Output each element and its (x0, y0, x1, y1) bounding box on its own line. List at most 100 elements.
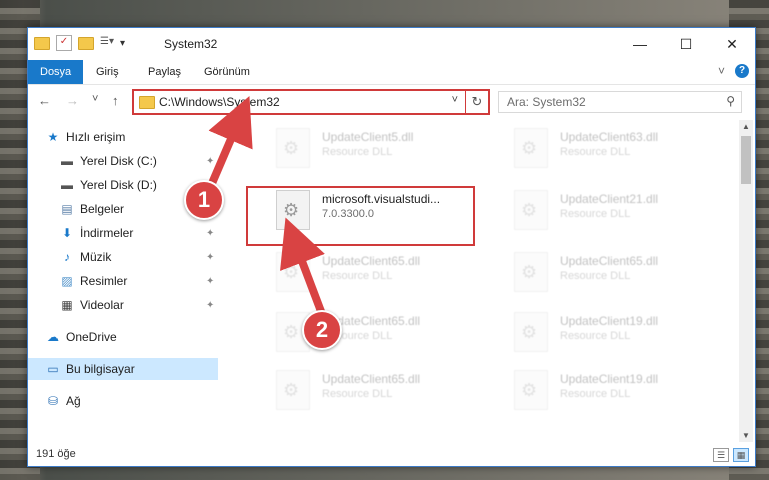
network-icon: ⛁ (47, 394, 59, 408)
file-name: UpdateClient19.dll (560, 372, 659, 386)
folder-icon (34, 36, 50, 50)
sidebar-item-music[interactable]: ♪ Müzik (60, 246, 111, 268)
file-name: UpdateClient65.dll (322, 372, 421, 386)
videos-icon: ▦ (61, 298, 73, 312)
sidebar-item-documents[interactable]: ▤ Belgeler (60, 198, 124, 220)
file-name: UpdateClient19.dll (560, 314, 659, 328)
file-item[interactable]: UpdateClient63.dll Resource DLL (514, 124, 724, 174)
sidebar-item-label: Yerel Disk (D:) (80, 178, 157, 192)
file-item[interactable]: UpdateClient65.dll Resource DLL (514, 248, 724, 298)
sidebar-item-quick-access[interactable]: ★ Hızlı erişim (46, 126, 126, 148)
search-box[interactable]: ⚲ (498, 91, 742, 113)
file-list: UpdateClient5.dll Resource DLL microsoft… (246, 120, 736, 442)
sidebar-item-downloads[interactable]: ⬇ İndirmeler (60, 222, 133, 244)
file-type: Resource DLL (322, 270, 393, 282)
help-icon[interactable]: ? (735, 64, 749, 78)
window-title: System32 (164, 37, 218, 51)
file-item[interactable]: UpdateClient21.dll Resource DLL (514, 186, 724, 236)
tab-paylas[interactable]: Paylaş (136, 60, 193, 84)
dll-file-icon (514, 190, 548, 230)
file-item[interactable]: UpdateClient19.dll Resource DLL (514, 366, 724, 416)
star-icon: ★ (47, 130, 59, 144)
sidebar-item-videos[interactable]: ▦ Videolar (60, 294, 123, 316)
sidebar-item-label: OneDrive (66, 330, 117, 344)
callout-step-2: 2 (302, 310, 342, 350)
properties-icon[interactable]: ✓ (56, 35, 72, 51)
navigation-bar: ← → ˅ ↑ C:\Windows\System32 ˅ ↻ ⚲ (28, 85, 755, 117)
computer-icon: ▭ (47, 362, 59, 376)
back-arrow-icon[interactable]: ← (38, 93, 51, 108)
title-bar: ✓ ☰▾ ▾ System32 — ☐ ✕ (28, 28, 755, 60)
pin-icon[interactable]: ✦ (206, 276, 214, 287)
tab-gorunum[interactable]: Görünüm (192, 60, 262, 84)
customize-toolbar-icon[interactable]: ☰▾ (100, 36, 114, 50)
cloud-icon: ☁ (47, 330, 59, 344)
file-name: UpdateClient5.dll (322, 130, 414, 144)
refresh-button[interactable]: ↻ (465, 89, 490, 115)
file-item[interactable]: UpdateClient5.dll Resource DLL (276, 124, 486, 174)
callout-step-1: 1 (184, 180, 224, 220)
expand-ribbon-icon[interactable]: ˅ (718, 64, 725, 78)
scroll-up-icon[interactable]: ▲ (742, 122, 750, 131)
sidebar-item-label: Müzik (80, 250, 112, 264)
scroll-down-icon[interactable]: ▼ (742, 431, 750, 440)
status-bar: 191 öğe ☰ ▦ (28, 442, 755, 466)
sidebar-item-label: Resimler (80, 274, 128, 288)
sidebar-item-pictures[interactable]: ▨ Resimler (60, 270, 127, 292)
address-folder-icon (139, 96, 155, 109)
sidebar-item-label: Hızlı erişim (66, 130, 126, 144)
tab-giris[interactable]: Giriş (84, 60, 131, 84)
forward-arrow-icon[interactable]: → (66, 93, 79, 108)
sidebar-item-this-pc[interactable]: ▭ Bu bilgisayar (28, 358, 218, 380)
dll-file-icon (276, 370, 310, 410)
window-controls: — ☐ ✕ (617, 28, 755, 60)
minimize-button[interactable]: — (617, 28, 663, 60)
maximize-button[interactable]: ☐ (663, 28, 709, 60)
highlight-box-file (246, 186, 475, 246)
sidebar-item-local-disk-d[interactable]: ▬ Yerel Disk (D:) (60, 174, 157, 196)
new-folder-icon[interactable] (78, 36, 94, 50)
file-type: Resource DLL (560, 208, 631, 220)
up-arrow-icon[interactable]: ↑ (112, 93, 119, 108)
sidebar-item-label: Belgeler (80, 202, 125, 216)
tiles-view-icon[interactable]: ▦ (733, 448, 749, 462)
file-type: Resource DLL (322, 388, 393, 400)
file-type: Resource DLL (560, 146, 631, 158)
sidebar-item-label: Yerel Disk (C:) (80, 154, 157, 168)
address-dropdown-icon[interactable]: ˅ (452, 94, 458, 106)
pin-icon[interactable]: ✦ (206, 228, 214, 239)
sidebar-item-label: Bu bilgisayar (66, 362, 135, 376)
quick-access-toolbar: ✓ ☰▾ ▾ (34, 35, 125, 51)
dll-file-icon (514, 312, 548, 352)
toolbar-dropdown-icon[interactable]: ▾ (120, 38, 125, 49)
details-view-icon[interactable]: ☰ (713, 448, 729, 462)
search-input[interactable] (499, 92, 709, 112)
sidebar-item-onedrive[interactable]: ☁ OneDrive (46, 326, 117, 348)
file-item[interactable]: UpdateClient65.dll Resource DLL (276, 248, 486, 298)
pin-icon[interactable]: ✦ (206, 252, 214, 263)
documents-icon: ▤ (61, 202, 73, 216)
pin-icon[interactable]: ✦ (206, 300, 214, 311)
drive-icon: ▬ (61, 178, 73, 192)
pin-icon[interactable]: ✦ (206, 156, 214, 167)
dll-file-icon (276, 252, 310, 292)
tab-dosya[interactable]: Dosya (28, 60, 84, 84)
ribbon-tabs: Dosya Giriş Paylaş Görünüm ˅ ? (28, 60, 755, 85)
file-name: UpdateClient21.dll (560, 192, 659, 206)
scrollbar-thumb[interactable] (741, 136, 751, 184)
file-item[interactable]: UpdateClient19.dll Resource DLL (514, 308, 724, 358)
view-toggle: ☰ ▦ (713, 448, 749, 462)
sidebar-item-local-disk-c[interactable]: ▬ Yerel Disk (C:) (60, 150, 157, 172)
address-bar[interactable]: C:\Windows\System32 ˅ ↻ (132, 89, 490, 115)
file-item[interactable]: UpdateClient65.dll Resource DLL (276, 366, 486, 416)
search-icon[interactable]: ⚲ (726, 94, 735, 108)
vertical-scrollbar[interactable]: ▲ ▼ (739, 120, 753, 442)
downloads-icon: ⬇ (61, 226, 73, 240)
sidebar-item-network[interactable]: ⛁ Ağ (46, 390, 81, 412)
dll-file-icon (514, 370, 548, 410)
recent-locations-icon[interactable]: ˅ (92, 93, 98, 105)
address-path[interactable]: C:\Windows\System32 (159, 95, 280, 109)
file-type: Resource DLL (560, 388, 631, 400)
dll-file-icon (514, 128, 548, 168)
close-button[interactable]: ✕ (709, 28, 755, 60)
